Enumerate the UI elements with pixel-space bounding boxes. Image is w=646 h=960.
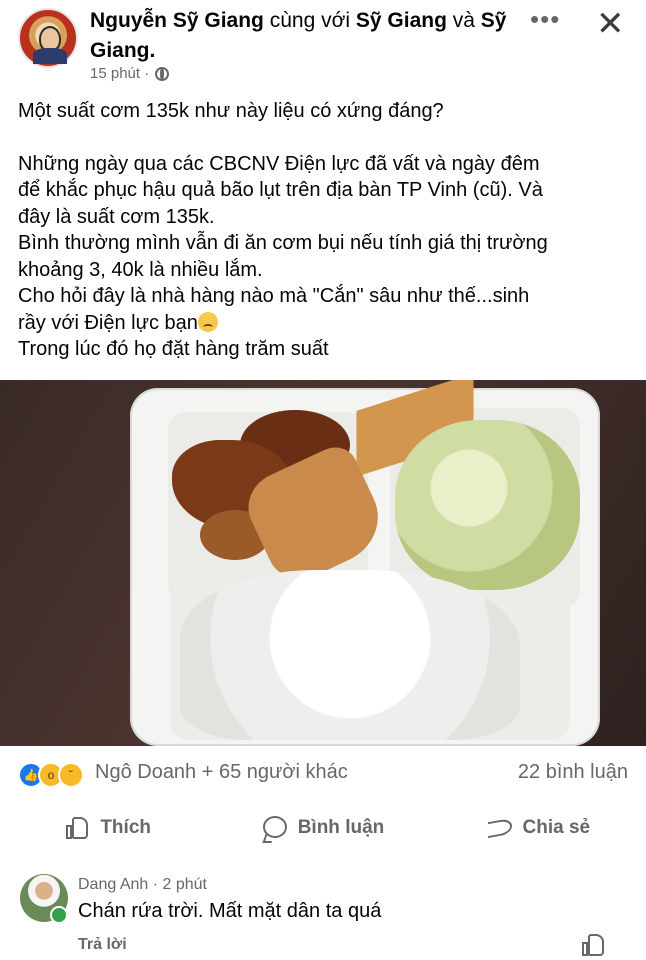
reaction-icons[interactable]: 👍 o ˘ bbox=[18, 762, 84, 788]
comment-text: Chán rứa trời. Mất mặt dân ta quá bbox=[78, 900, 382, 922]
author-name[interactable]: Nguyễn Sỹ Giang bbox=[90, 9, 264, 32]
comment-button[interactable]: Bình luận bbox=[215, 806, 430, 850]
sad-icon: ˘ bbox=[58, 762, 84, 788]
post-line: Những ngày qua các CBCNV Điện lực đã vất… bbox=[18, 152, 540, 175]
post-title: Nguyễn Sỹ Giang cùng với Sỹ Giang và Sỹ … bbox=[90, 6, 530, 66]
post-line: rầy với Điện lực bạn bbox=[18, 310, 630, 337]
comment-like-icon[interactable] bbox=[580, 932, 604, 956]
comment-label: Bình luận bbox=[297, 817, 385, 838]
post-line: để khắc phục hậu quả bão lụt trên địa bà… bbox=[18, 179, 543, 201]
post-body: Một suất cơm 135k như này liệu có xứng đ… bbox=[18, 98, 630, 363]
post-line-text: rầy với Điện lực bạn bbox=[18, 311, 198, 334]
post-line: đây là suất cơm 135k. bbox=[18, 205, 215, 228]
post-photo[interactable] bbox=[0, 380, 646, 746]
share-label: Chia sẻ bbox=[522, 817, 591, 838]
post-time[interactable]: 15 phút · bbox=[90, 65, 149, 82]
comment-count[interactable]: 22 bình luận bbox=[518, 761, 628, 784]
comment-time: · 2 phút bbox=[152, 876, 207, 893]
action-bar: Thích Bình luận Chia sẻ bbox=[0, 806, 646, 850]
commenter-name[interactable]: Dang Anh bbox=[78, 876, 148, 893]
share-arrow-icon bbox=[487, 815, 513, 841]
reply-button[interactable]: Trả lời bbox=[78, 936, 127, 954]
online-status-dot bbox=[50, 906, 68, 924]
tagged-user-1[interactable]: Sỹ Giang bbox=[356, 9, 447, 32]
comment-bubble-icon bbox=[262, 815, 288, 841]
food-cabbage bbox=[395, 420, 580, 590]
share-button[interactable]: Chia sẻ bbox=[431, 806, 646, 850]
commenter-meta: Dang Anh · 2 phút bbox=[78, 876, 207, 894]
and-text: và bbox=[452, 9, 475, 32]
reaction-names[interactable]: Ngô Doanh + 65 người khác bbox=[95, 761, 348, 784]
like-label: Thích bbox=[100, 817, 151, 838]
more-dots-icon[interactable]: ••• bbox=[530, 4, 560, 35]
food-rice bbox=[180, 570, 520, 740]
with-text: cùng với bbox=[269, 9, 351, 32]
post-line: Cho hỏi đây là nhà hàng nào mà "Cắn" sâu… bbox=[18, 285, 530, 307]
globe-icon bbox=[155, 66, 170, 81]
post-meta: 15 phút · bbox=[90, 65, 170, 82]
crying-face-icon bbox=[197, 311, 218, 332]
post-header: Nguyễn Sỹ Giang cùng với Sỹ Giang và Sỹ … bbox=[0, 0, 646, 100]
post-line: Một suất cơm 135k như này liệu có xứng đ… bbox=[18, 100, 444, 122]
post-line: Bình thường mình vẫn đi ăn cơm bụi nếu t… bbox=[18, 232, 548, 254]
reaction-bar: 👍 o ˘ Ngô Doanh + 65 người khác 22 bình … bbox=[0, 746, 646, 804]
close-icon[interactable]: ✕ bbox=[596, 4, 625, 44]
post-line: Trong lúc đó họ đặt hàng trăm suất bbox=[18, 338, 329, 360]
post-line: khoảng 3, 40k là nhiều lắm. bbox=[18, 258, 263, 281]
like-button[interactable]: Thích bbox=[0, 806, 215, 850]
thumbs-up-icon bbox=[64, 815, 90, 841]
comment-item: Dang Anh · 2 phút Chán rứa trời. Mất mặt… bbox=[0, 866, 646, 960]
avatar-body bbox=[33, 48, 67, 64]
author-avatar[interactable] bbox=[18, 8, 78, 68]
